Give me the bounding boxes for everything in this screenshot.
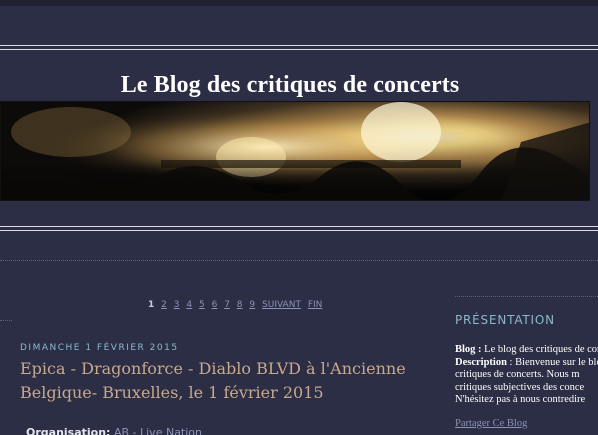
organisation-link[interactable]: AB - Live Nation (114, 426, 202, 435)
content-divider (0, 260, 598, 261)
page-link-7[interactable]: 7 (224, 300, 230, 310)
description-label: Description (455, 356, 507, 368)
header-rule-bottom-2 (0, 230, 598, 231)
page-link-6[interactable]: 6 (212, 300, 218, 310)
header-rule-top-2 (0, 49, 598, 50)
post-date: DIMANCHE 1 FÉVRIER 2015 (20, 343, 179, 353)
page-link-9[interactable]: 9 (249, 300, 255, 310)
post-organisation: Organisation: AB - Live Nation (26, 426, 202, 435)
post-title[interactable]: Epica - Dragonforce - Diablo BLVD à l'An… (20, 357, 440, 405)
sidebar-divider (455, 296, 598, 297)
next-page-link[interactable]: SUIVANT (262, 300, 301, 310)
page-link-2[interactable]: 2 (161, 300, 167, 310)
page-link-8[interactable]: 8 (237, 300, 243, 310)
description-line-4: N'hésitez pas à nous contredire (455, 394, 586, 405)
page-link-3[interactable]: 3 (174, 300, 180, 310)
post-divider (0, 320, 12, 321)
header-rule-bottom-1 (0, 226, 598, 227)
description-line-2: critiques de concerts. Nous m (455, 369, 580, 380)
sidebar-heading: PRÉSENTATION (455, 313, 555, 327)
header-rule-top-1 (0, 45, 598, 46)
last-page-link[interactable]: FIN (308, 300, 323, 310)
description-line-3: critiques subjectives des conce (455, 381, 585, 393)
concert-banner-image (0, 101, 590, 201)
blog-label: Blog : (455, 344, 482, 355)
share-blog-link[interactable]: Partager Ce Blog (455, 418, 527, 429)
blog-value: Le blog des critiques de concerts (484, 344, 598, 355)
sidebar-presentation: Blog : Le blog des critiques de concerts… (455, 344, 598, 407)
page-link-4[interactable]: 4 (186, 300, 192, 310)
pagination: 1 2 3 4 5 6 7 8 9 SUIVANT FIN (148, 300, 326, 310)
description-line-1: : Bienvenue sur le blog des (509, 356, 598, 368)
blog-title[interactable]: Le Blog des critiques de concerts (0, 72, 580, 99)
top-strip (0, 0, 598, 6)
organisation-label: Organisation: (26, 426, 111, 435)
page-current: 1 (148, 300, 155, 310)
page-link-5[interactable]: 5 (199, 300, 205, 310)
